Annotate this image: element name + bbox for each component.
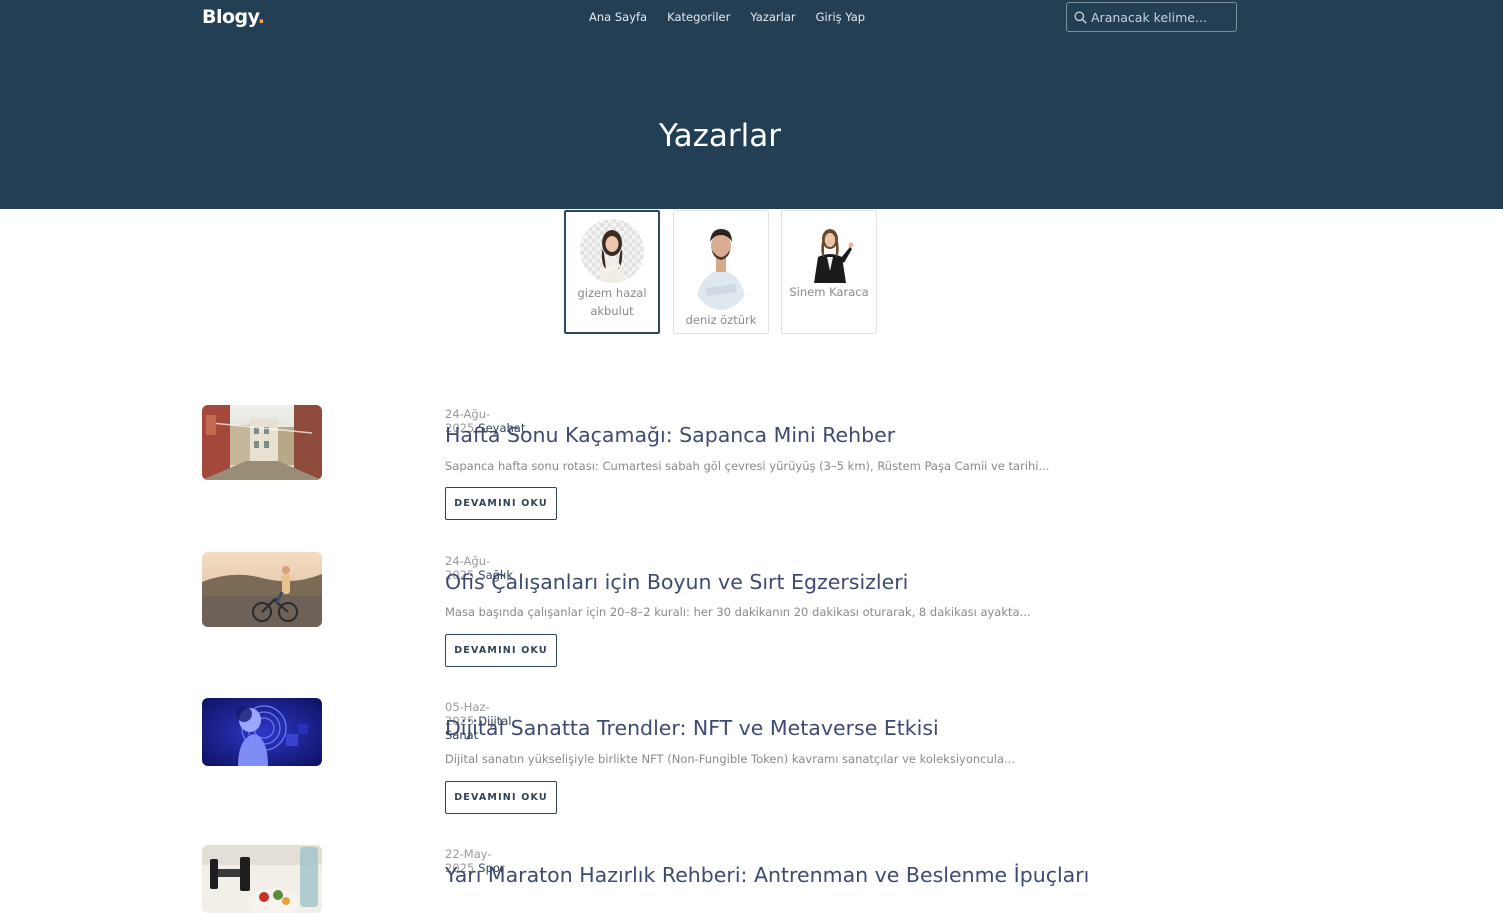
post-excerpt: Dijital sanatın yükselişiyle birlikte NF…: [445, 752, 1015, 766]
author-card-sinem[interactable]: Sinem Karaca: [781, 210, 877, 334]
search-icon: [1074, 11, 1087, 24]
post-thumbnail[interactable]: [202, 405, 322, 480]
read-more-button[interactable]: DEVAMINI OKU: [445, 781, 557, 814]
page-title: Yazarlar: [658, 118, 782, 154]
post-excerpt: Sapanca hafta sonu rotası: Cumartesi sab…: [445, 459, 1050, 473]
read-more-button[interactable]: DEVAMINI OKU: [445, 487, 557, 520]
nav-categories[interactable]: Kategoriler: [667, 10, 730, 24]
author-name: gizem hazal akbulut: [577, 286, 647, 318]
nav-home[interactable]: Ana Sayfa: [589, 10, 647, 24]
search-input[interactable]: [1091, 7, 1231, 27]
site-logo[interactable]: Blogy.: [202, 6, 265, 28]
nav-login[interactable]: Giriş Yap: [816, 10, 865, 24]
author-name: Sinem Karaca: [789, 285, 869, 299]
logo-text: Blogy: [202, 6, 258, 28]
logo-dot: .: [257, 6, 265, 28]
author-card-deniz[interactable]: deniz öztürk: [673, 210, 769, 334]
search-box: [1066, 2, 1237, 32]
post-thumbnail[interactable]: [202, 698, 322, 766]
hero-banner: Blogy. Ana Sayfa Kategoriler Yazarlar Gi…: [0, 0, 1503, 209]
author-card-gizem[interactable]: gizem hazal akbulut: [564, 210, 660, 334]
post-title[interactable]: Ofis Çalışanları için Boyun ve Sırt Egze…: [445, 570, 908, 594]
post-title[interactable]: Hafta Sonu Kaçamağı: Sapanca Mini Rehber: [445, 423, 895, 447]
main-nav: Ana Sayfa Kategoriler Yazarlar Giriş Yap: [589, 10, 865, 24]
author-name: deniz öztürk: [685, 313, 757, 327]
author-avatar: [580, 219, 644, 283]
post-title[interactable]: Yarı Maraton Hazırlık Rehberi: Antrenman…: [445, 863, 1089, 887]
post-thumbnail[interactable]: [202, 552, 322, 627]
author-avatar: [689, 218, 753, 310]
post-excerpt: Masa başında çalışanlar için 20–8–2 kura…: [445, 605, 1031, 619]
read-more-button[interactable]: DEVAMINI OKU: [445, 634, 557, 667]
nav-authors[interactable]: Yazarlar: [750, 10, 795, 24]
author-avatar: [802, 219, 858, 283]
post-title[interactable]: Dijital Sanatta Trendler: NFT ve Metaver…: [445, 716, 939, 740]
